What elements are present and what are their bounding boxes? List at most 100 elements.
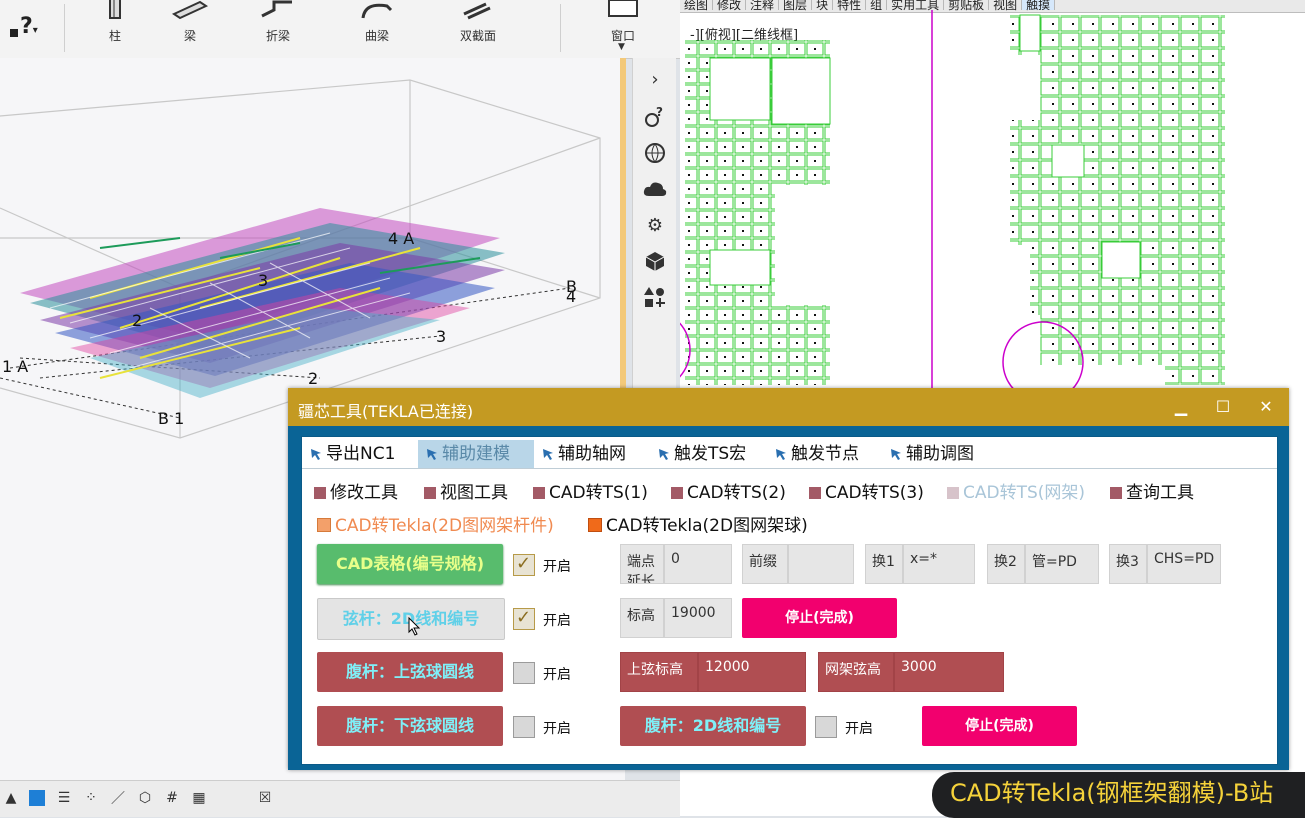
layers-icon[interactable]: ☰: [55, 789, 73, 807]
dialog-title: 疆芯工具(TEKLA已连接): [298, 402, 474, 421]
cursor-icon: [891, 449, 901, 460]
globe-icon[interactable]: [638, 138, 672, 168]
replace2-input[interactable]: 管=PD: [1025, 544, 1099, 584]
beam-icon: [171, 0, 209, 20]
help-settings-icon[interactable]: ?: [638, 102, 672, 132]
toggle-web-2d[interactable]: [815, 716, 837, 738]
tab-label: 辅助轴网: [558, 444, 626, 464]
option-label: CAD转TS(3): [825, 483, 924, 503]
option-label: CAD转Tekla(2D图网架球): [606, 516, 808, 536]
replace1-input[interactable]: x=*: [903, 544, 975, 584]
gear-icon[interactable]: ⚙: [638, 210, 672, 240]
triangle-icon[interactable]: ▲: [2, 789, 20, 807]
window-icon: [608, 0, 638, 17]
option-box: [317, 518, 331, 532]
help-dropdown-button[interactable]: ?▾: [0, 0, 60, 58]
option-box: [533, 487, 545, 499]
close-box-icon[interactable]: ☒: [256, 789, 274, 807]
cad-table-button[interactable]: CAD表格(编号规格): [317, 544, 503, 584]
cursor-icon: [776, 449, 786, 460]
polybeam-icon: [261, 0, 292, 18]
tab-export-nc1[interactable]: 导出NC1: [302, 440, 418, 468]
web-2d-line-button[interactable]: 腹杆：2D线和编号: [620, 706, 806, 746]
option-cad-to-ts-truss[interactable]: CAD转TS(网架): [947, 478, 1085, 503]
stop-button-1[interactable]: 停止(完成): [742, 598, 897, 638]
cube-icon[interactable]: [638, 246, 672, 276]
toggle-web-upper[interactable]: [513, 662, 535, 684]
option-query-tools[interactable]: 查询工具: [1110, 478, 1194, 503]
curved-beam-button[interactable]: 曲梁: [342, 0, 412, 58]
toggle-cad-table[interactable]: [513, 553, 535, 576]
select-square-icon[interactable]: [28, 789, 46, 807]
tab-assist-grid[interactable]: 辅助轴网: [534, 440, 650, 468]
option-box: [671, 487, 683, 499]
tab-assist-modeling[interactable]: 辅助建模: [418, 440, 534, 468]
toggle-chord-2d[interactable]: [513, 607, 535, 630]
tab-trigger-node[interactable]: 触发节点: [767, 440, 883, 468]
cube-small-icon[interactable]: ⬡: [136, 789, 154, 807]
option-cad-to-ts-3[interactable]: CAD转TS(3): [809, 478, 924, 503]
replace3-input[interactable]: CHS=PD: [1147, 544, 1221, 584]
endpoint-extend-input[interactable]: 0: [664, 544, 732, 584]
column-button[interactable]: 柱: [80, 0, 150, 58]
tab-trigger-macro[interactable]: 触发TS宏: [650, 440, 768, 468]
close-icon[interactable]: ✕: [1255, 396, 1277, 418]
truss-chord-height-input[interactable]: 3000: [894, 652, 1004, 692]
option-cad-to-ts-2[interactable]: CAD转TS(2): [671, 478, 786, 503]
replace3-label: 换3: [1109, 544, 1147, 584]
grid-label: 2: [132, 311, 142, 330]
upper-chord-elevation-input[interactable]: 12000: [698, 652, 806, 692]
cursor-icon: [427, 449, 437, 460]
toggle-label: 开启: [543, 721, 571, 737]
option-cad-to-tekla-balls[interactable]: CAD转Tekla(2D图网架球): [588, 511, 808, 536]
prefix-input[interactable]: [788, 544, 854, 584]
option-cad-to-tekla-members[interactable]: CAD转Tekla(2D图网架杆件): [317, 511, 554, 536]
column-label: 柱: [108, 29, 121, 43]
web-lower-ball-button[interactable]: 腹杆：下弦球圆线: [317, 706, 503, 746]
cursor-icon: [543, 449, 553, 460]
stop-button-2[interactable]: 停止(完成): [922, 706, 1077, 746]
chevron-down-icon: ▼: [618, 42, 625, 52]
beam-button[interactable]: 梁: [155, 0, 225, 58]
elevation-input[interactable]: 19000: [664, 598, 732, 638]
option-label: CAD转TS(网架): [963, 483, 1086, 503]
option-cad-to-ts-1[interactable]: CAD转TS(1): [533, 478, 648, 503]
tab-assist-drawing[interactable]: 辅助调图: [882, 440, 998, 468]
chevron-right-icon[interactable]: ›: [638, 64, 672, 94]
shapes-icon[interactable]: [638, 282, 672, 312]
replace2-label: 换2: [987, 544, 1025, 584]
tab-label: 触发TS宏: [674, 444, 747, 464]
toggle-web-lower[interactable]: [513, 716, 535, 738]
tab-label: 辅助调图: [906, 444, 974, 464]
bottom-toolbar: ▲ ☰ ⁘ ／ ⬡ # ▦ ☒: [0, 780, 680, 817]
cloud-icon[interactable]: [638, 174, 672, 204]
grid-label: 3: [258, 271, 268, 290]
web-upper-ball-button[interactable]: 腹杆：上弦球圆线: [317, 652, 503, 692]
minimize-icon[interactable]: ▁: [1170, 396, 1192, 418]
polybeam-button[interactable]: 折梁: [243, 0, 313, 58]
window-button[interactable]: 窗口 ▼: [588, 0, 658, 58]
tab-label: 触发节点: [791, 444, 859, 464]
option-view-tools[interactable]: 视图工具: [424, 478, 508, 503]
elevation-label: 标高: [620, 598, 664, 638]
grid-label: 2: [308, 369, 318, 388]
twin-profile-button[interactable]: 双截面: [443, 0, 513, 58]
option-modify-tools[interactable]: 修改工具: [314, 478, 398, 503]
ribbon-separator: [560, 4, 561, 52]
option-label: 视图工具: [440, 483, 508, 503]
cursor-icon: [311, 449, 321, 460]
curved-beam-icon: [361, 3, 393, 19]
option-box: [314, 487, 326, 499]
dialog-titlebar[interactable]: 疆芯工具(TEKLA已连接) ▁ ☐ ✕: [288, 388, 1289, 426]
grid-alt-icon[interactable]: ▦: [190, 789, 208, 807]
option-box: [588, 518, 602, 532]
grid-icon[interactable]: #: [163, 789, 181, 807]
video-subtitle: CAD转Tekla(钢框架翻模)-B站: [932, 772, 1305, 818]
ribbon-toolbar: ?▾ 柱 梁 折梁 曲梁 双截面 窗口 ▼: [0, 0, 680, 59]
upper-chord-elevation-label: 上弦标高: [620, 652, 698, 692]
cursor-icon: [659, 449, 669, 460]
maximize-icon[interactable]: ☐: [1212, 396, 1234, 418]
line-icon[interactable]: ／: [109, 789, 127, 807]
dots-grid-icon[interactable]: ⁘: [82, 789, 100, 807]
toggle-label: 开启: [543, 559, 571, 575]
